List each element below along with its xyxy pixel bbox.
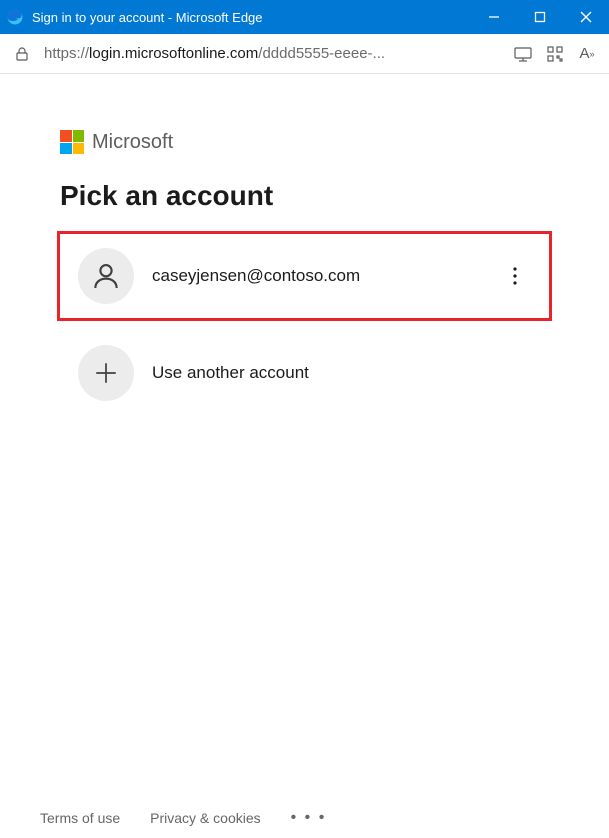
account-tile[interactable]: caseyjensen@contoso.com — [57, 231, 552, 321]
microsoft-brand: Microsoft — [60, 130, 549, 154]
main-content: Microsoft Pick an account caseyjensen@co… — [0, 74, 609, 798]
plus-icon — [78, 345, 134, 401]
edge-logo-icon — [6, 8, 24, 26]
url-path: /dddd5555-eeee-... — [258, 45, 385, 62]
read-aloud-icon[interactable]: A» — [577, 44, 597, 64]
qr-icon[interactable] — [545, 44, 565, 64]
address-bar: https://login.microsoftonline.com/dddd55… — [0, 34, 609, 74]
footer: Terms of use Privacy & cookies • • • — [0, 798, 609, 838]
window-titlebar: Sign in to your account - Microsoft Edge — [0, 0, 609, 34]
footer-more-button[interactable]: • • • — [291, 809, 327, 827]
use-another-account-tile[interactable]: Use another account — [60, 331, 549, 415]
microsoft-brand-text: Microsoft — [92, 131, 173, 154]
url-host: login.microsoftonline.com — [89, 45, 258, 62]
close-button[interactable] — [563, 0, 609, 34]
window-title: Sign in to your account - Microsoft Edge — [32, 10, 471, 25]
desktop-icon[interactable] — [513, 44, 533, 64]
window-controls — [471, 0, 609, 34]
microsoft-logo-icon — [60, 130, 84, 154]
maximize-button[interactable] — [517, 0, 563, 34]
account-email: caseyjensen@contoso.com — [152, 266, 481, 286]
lock-icon[interactable] — [12, 44, 32, 64]
privacy-link[interactable]: Privacy & cookies — [150, 810, 260, 826]
use-another-account-label: Use another account — [152, 363, 531, 383]
minimize-button[interactable] — [471, 0, 517, 34]
terms-link[interactable]: Terms of use — [40, 810, 120, 826]
person-icon — [78, 248, 134, 304]
url-scheme: https:// — [44, 45, 89, 62]
account-more-button[interactable] — [499, 260, 531, 292]
url-field[interactable]: https://login.microsoftonline.com/dddd55… — [44, 45, 501, 62]
page-heading: Pick an account — [60, 180, 549, 212]
